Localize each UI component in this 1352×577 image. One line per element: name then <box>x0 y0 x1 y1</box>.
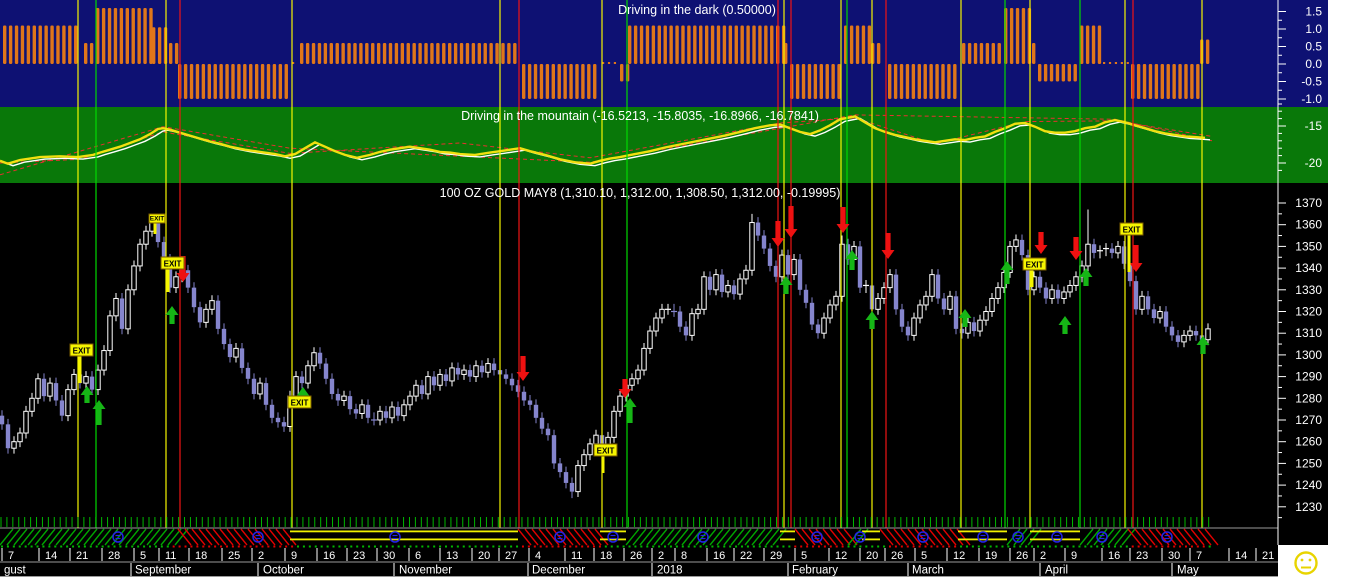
month-label: gust <box>4 565 27 577</box>
date-label: 7 <box>8 550 14 562</box>
month-label: October <box>263 565 304 577</box>
date-label: 26 <box>891 550 903 562</box>
price-axis-label: 1290 <box>1295 370 1322 384</box>
date-label: 21 <box>76 550 88 562</box>
date-label: 9 <box>291 550 297 562</box>
price-axis-label: 1260 <box>1295 435 1322 449</box>
price-axis-label: 1330 <box>1295 283 1322 297</box>
date-label: 18 <box>195 550 207 562</box>
date-label: 23 <box>353 550 365 562</box>
price-axis-label: 1350 <box>1295 239 1322 253</box>
date-label: 8 <box>681 550 687 562</box>
dark-axis-label: 0.5 <box>1305 40 1322 54</box>
dark-axis-label: 1.5 <box>1305 5 1322 19</box>
date-label: 23 <box>1136 550 1148 562</box>
price-axis-label: 1250 <box>1295 456 1322 470</box>
date-label: 12 <box>953 550 965 562</box>
price-axis-label: 1340 <box>1295 261 1322 275</box>
price-axis-label: 1280 <box>1295 391 1322 405</box>
chart-plot-area[interactable]: EXIT EXIT EXIT EXIT EXIT EXIT EXIT 1.5 1.0 0.5 0.0… <box>0 0 1352 577</box>
price-axis-label: 1230 <box>1295 500 1322 514</box>
month-label: May <box>1177 565 1199 577</box>
date-label: 2 <box>658 550 664 562</box>
date-label: 27 <box>505 550 517 562</box>
date-label: 11 <box>571 550 582 562</box>
dark-axis-label: -0.5 <box>1301 75 1322 89</box>
date-label: 14 <box>45 550 57 562</box>
dark-axis-label: -1.0 <box>1301 92 1322 106</box>
month-label: December <box>532 565 585 577</box>
dark-axis-label: 0.0 <box>1305 57 1322 71</box>
date-label: 14 <box>1235 550 1247 562</box>
date-label: 22 <box>740 550 752 562</box>
date-label: 16 <box>713 550 725 562</box>
price-axis-label: 1310 <box>1295 326 1322 340</box>
exit-flag-label: EXIT <box>1026 261 1044 270</box>
panel-backgrounds <box>0 0 1328 577</box>
date-label: 30 <box>383 550 395 562</box>
price-axis-label: 1270 <box>1295 413 1322 427</box>
date-label: 20 <box>478 550 490 562</box>
month-label: March <box>912 565 944 577</box>
date-label: 20 <box>866 550 878 562</box>
date-label: 13 <box>446 550 458 562</box>
date-label: 29 <box>770 550 782 562</box>
month-label: 2018 <box>657 565 683 577</box>
price-axis-label: 1300 <box>1295 348 1322 362</box>
month-label: February <box>792 565 838 577</box>
date-label: 26 <box>1016 550 1028 562</box>
month-label: April <box>1045 565 1068 577</box>
month-label: September <box>135 565 191 577</box>
date-label: 18 <box>600 550 612 562</box>
mountain-panel-title: Driving in the mountain (-16.5213, -15.8… <box>461 109 819 123</box>
exit-flag-label: EXIT <box>150 216 164 223</box>
price-axis-label: 1360 <box>1295 218 1322 232</box>
date-label: 16 <box>323 550 335 562</box>
date-label: 6 <box>415 550 421 562</box>
date-label: 25 <box>228 550 240 562</box>
date-label: 26 <box>630 550 642 562</box>
date-label: 30 <box>1168 550 1180 562</box>
date-label: 4 <box>535 550 541 562</box>
date-label: 21 <box>1262 550 1274 562</box>
date-label: 5 <box>140 550 146 562</box>
mountain-axis-label: -20 <box>1305 156 1323 170</box>
price-panel-title: 100 OZ GOLD MAY8 (1,310.10, 1,312.00, 1,… <box>439 186 841 200</box>
price-axis-label: 1320 <box>1295 305 1322 319</box>
date-label: 12 <box>835 550 847 562</box>
price-axis-label: 1370 <box>1295 196 1322 210</box>
dark-axis-label: 1.0 <box>1305 22 1322 36</box>
date-label: 5 <box>801 550 807 562</box>
date-label: 5 <box>921 550 927 562</box>
exit-flag-label: EXIT <box>597 447 615 456</box>
exit-flag-label: EXIT <box>73 347 91 356</box>
trading-chart-window: { "titles": { "dark_panel": "Driving in … <box>0 0 1352 577</box>
date-label: 11 <box>165 550 176 562</box>
exit-flag-label: EXIT <box>1123 226 1141 235</box>
date-label: 9 <box>1071 550 1077 562</box>
date-label: 28 <box>108 550 120 562</box>
month-label: November <box>399 565 452 577</box>
exit-flag-label: EXIT <box>164 260 182 269</box>
date-label: 2 <box>1040 550 1046 562</box>
mountain-axis-label: -15 <box>1305 119 1323 133</box>
date-label: 2 <box>258 550 264 562</box>
date-label: 19 <box>985 550 997 562</box>
date-label: 16 <box>1108 550 1120 562</box>
date-label: 7 <box>1196 550 1202 562</box>
smiley-status-icon <box>1294 551 1318 575</box>
dark-panel-title: Driving in the dark (0.50000) <box>618 3 776 17</box>
price-axis-label: 1240 <box>1295 478 1322 492</box>
exit-flag-label: EXIT <box>291 399 309 408</box>
